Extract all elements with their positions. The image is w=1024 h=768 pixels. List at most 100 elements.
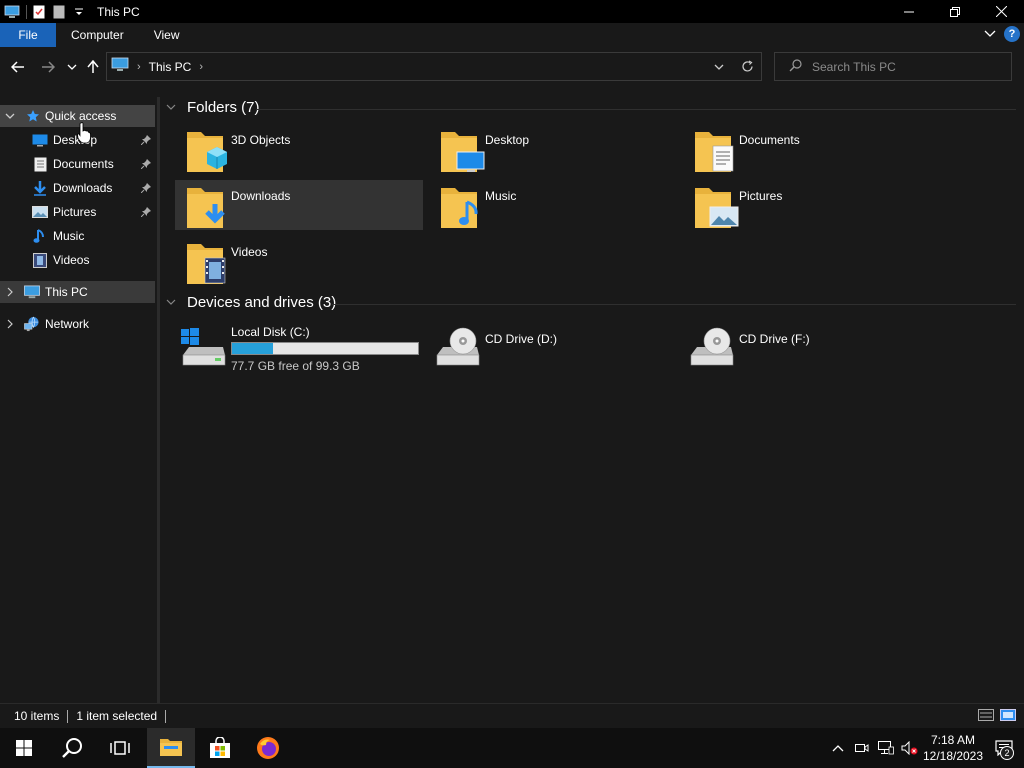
- file-explorer-taskbar-button[interactable]: [147, 728, 195, 768]
- close-button[interactable]: [978, 0, 1024, 23]
- properties-icon[interactable]: [31, 4, 47, 20]
- toolbar-separator: [26, 4, 27, 19]
- breadcrumb-chevron-icon[interactable]: ›: [199, 61, 203, 73]
- back-button[interactable]: [8, 57, 28, 77]
- disk-usage-fill: [232, 343, 273, 354]
- pin-icon[interactable]: [141, 158, 151, 170]
- new-folder-icon[interactable]: [51, 4, 67, 20]
- status-bar: 10 items 1 item selected: [0, 703, 1024, 728]
- sidebar-item-network[interactable]: Network: [0, 313, 155, 335]
- folder-documents[interactable]: Documents: [683, 124, 931, 174]
- hand-cursor-icon: [77, 122, 91, 144]
- tab-computer[interactable]: Computer: [56, 23, 139, 47]
- volume-muted-icon[interactable]: [898, 728, 922, 768]
- drive-local-disk-c[interactable]: Local Disk (C:) 77.7 GB free of 99.3 GB: [175, 321, 423, 373]
- chevron-right-icon[interactable]: [4, 318, 16, 330]
- forward-button[interactable]: [38, 57, 58, 77]
- nav-label: Network: [45, 317, 90, 331]
- folder-3d-objects[interactable]: 3D Objects: [175, 124, 423, 174]
- nav-label: Pictures: [53, 205, 97, 219]
- pin-icon[interactable]: [141, 134, 151, 146]
- folder-videos[interactable]: Videos: [175, 236, 423, 286]
- large-icons-view-icon[interactable]: [1000, 709, 1016, 724]
- firefox-icon: [257, 737, 279, 759]
- folder-label: Music: [485, 189, 517, 203]
- search-box[interactable]: [774, 52, 1012, 81]
- clock-time: 7:18 AM: [930, 733, 976, 747]
- downloads-icon: [32, 180, 48, 196]
- show-hidden-icons-button[interactable]: [826, 728, 850, 768]
- search-taskbar-button[interactable]: [48, 728, 96, 768]
- clock[interactable]: 7:18 AM 12/18/2023: [922, 732, 984, 764]
- search-input[interactable]: [812, 59, 1002, 74]
- pin-icon[interactable]: [141, 206, 151, 218]
- firefox-taskbar-button[interactable]: [244, 728, 292, 768]
- notification-count-badge: 2: [1000, 746, 1014, 760]
- sidebar-item-documents[interactable]: Documents: [0, 153, 155, 175]
- drive-free-space: 77.7 GB free of 99.3 GB: [231, 359, 360, 373]
- 3d-objects-folder-icon: [187, 132, 227, 172]
- address-dropdown-button[interactable]: [705, 53, 733, 80]
- address-bar[interactable]: › This PC ›: [106, 52, 762, 81]
- help-icon[interactable]: ?: [1004, 26, 1020, 42]
- restore-button[interactable]: [932, 0, 978, 23]
- content-pane: Folders (7) 3D Objects Desktop Documents…: [160, 97, 1024, 703]
- meet-now-icon[interactable]: [850, 728, 874, 768]
- up-button[interactable]: [83, 57, 103, 77]
- breadcrumb-this-pc[interactable]: This PC: [149, 60, 192, 74]
- breadcrumb-chevron-icon[interactable]: ›: [137, 61, 141, 73]
- desktop-icon: [32, 132, 48, 148]
- folder-pictures[interactable]: Pictures: [683, 180, 931, 230]
- minimize-button[interactable]: [886, 0, 932, 23]
- task-view-button[interactable]: [96, 728, 144, 768]
- customize-toolbar-icon[interactable]: [71, 4, 87, 20]
- chevron-down-icon[interactable]: [4, 110, 16, 122]
- sidebar-item-videos[interactable]: Videos: [0, 249, 155, 271]
- this-pc-app-icon[interactable]: [4, 4, 20, 20]
- group-divider: [332, 304, 1016, 305]
- action-center-button[interactable]: 2: [984, 728, 1024, 768]
- refresh-button[interactable]: [733, 53, 761, 80]
- folder-music[interactable]: Music: [429, 180, 677, 230]
- folder-desktop[interactable]: Desktop: [429, 124, 677, 174]
- folders-group-header[interactable]: Folders (7): [166, 99, 260, 116]
- start-button[interactable]: [0, 728, 48, 768]
- network-status-icon[interactable]: [874, 728, 898, 768]
- sidebar-item-downloads[interactable]: Downloads: [0, 177, 155, 199]
- expand-ribbon-icon[interactable]: [984, 27, 996, 41]
- disk-usage-bar: [231, 342, 419, 355]
- folder-label: Downloads: [231, 189, 291, 203]
- drive-label: Local Disk (C:): [231, 325, 310, 339]
- music-folder-icon: [441, 188, 478, 228]
- item-count: 10 items: [14, 709, 60, 723]
- chevron-right-icon[interactable]: [4, 286, 16, 298]
- tab-view[interactable]: View: [139, 23, 195, 47]
- folder-label: 3D Objects: [231, 133, 291, 147]
- nav-label: Videos: [53, 253, 90, 267]
- tab-file[interactable]: File: [0, 23, 56, 47]
- task-view-icon: [110, 741, 130, 755]
- folder-label: Documents: [739, 133, 800, 147]
- nav-label: Quick access: [45, 109, 117, 123]
- folder-label: Pictures: [739, 189, 783, 203]
- microsoft-store-taskbar-button[interactable]: [196, 728, 244, 768]
- window-title: This PC: [97, 4, 140, 19]
- pin-icon[interactable]: [141, 182, 151, 194]
- details-view-icon[interactable]: [978, 709, 994, 724]
- sidebar-item-pictures[interactable]: Pictures: [0, 201, 155, 223]
- recent-locations-button[interactable]: [62, 57, 82, 77]
- title-bar: This PC: [0, 0, 1024, 23]
- chevron-down-icon[interactable]: [166, 297, 180, 308]
- sidebar-item-music[interactable]: Music: [0, 225, 155, 247]
- pictures-icon: [32, 204, 48, 220]
- drives-group-header[interactable]: Devices and drives (3): [166, 294, 336, 311]
- nav-label: Documents: [53, 157, 114, 171]
- folder-downloads[interactable]: Downloads: [175, 180, 423, 230]
- drive-cd-d[interactable]: CD Drive (D:): [429, 321, 677, 371]
- drive-cd-f[interactable]: CD Drive (F:): [683, 321, 931, 371]
- chevron-down-icon[interactable]: [166, 102, 180, 113]
- videos-folder-icon: [187, 244, 226, 284]
- sidebar-item-this-pc[interactable]: This PC: [0, 281, 155, 303]
- downloads-folder-icon: [187, 188, 225, 228]
- windows-logo-icon: [16, 740, 32, 756]
